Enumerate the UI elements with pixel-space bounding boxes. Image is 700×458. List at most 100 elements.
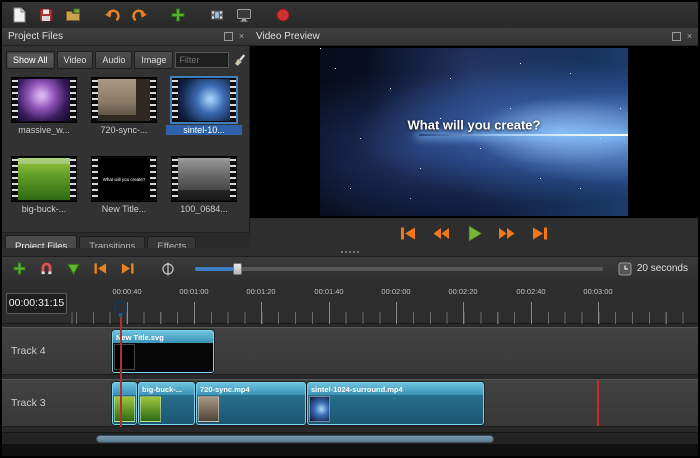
ruler-strip[interactable]: 00:00:40 00:01:00 00:01:20 00:01:40 00:0… [70, 280, 698, 324]
ruler-minor-ticks [70, 312, 698, 324]
fullscreen-icon[interactable] [232, 4, 256, 26]
rewind-icon[interactable] [430, 224, 452, 242]
clip-thumbnail [114, 344, 135, 370]
file-thumbnail [92, 78, 156, 122]
project-file-item[interactable]: 100_0684... [164, 153, 244, 225]
clip-body [139, 395, 194, 424]
toolbar-separator [88, 15, 97, 16]
zoom-scale-box[interactable]: 20 seconds [618, 262, 691, 276]
project-file-item-selected[interactable]: sintel-10... [164, 74, 244, 146]
track-name: Track 3 [11, 397, 46, 409]
project-files-grid: massive_w... 720-sync-... sintel-10... b… [4, 74, 248, 232]
toolbar-separator [259, 15, 268, 16]
timeline-toolbar: 20 seconds [2, 256, 698, 280]
timeline-ruler[interactable]: 00:00:31:15 00:00:40 00:01:00 00:01:20 0… [2, 280, 698, 324]
ruler-tick [531, 302, 532, 324]
choose-profile-icon[interactable] [205, 4, 229, 26]
jump-to-end-icon[interactable] [529, 224, 551, 242]
ruler-tick [127, 302, 128, 324]
clip-720-sync[interactable]: 720-sync.mp4 [196, 382, 306, 425]
timeline-tracks-area[interactable]: Track 4 New Title.svg Track 3 big-buck-.… [2, 324, 698, 432]
clip-new-title[interactable]: New Title.svg [112, 330, 214, 373]
close-panel-icon[interactable]: × [237, 32, 246, 41]
clip-thumbnail [140, 396, 161, 422]
play-icon[interactable] [463, 224, 485, 242]
export-video-icon[interactable] [271, 4, 295, 26]
file-label: sintel-10... [166, 125, 242, 135]
toolbar-separator [154, 15, 163, 16]
new-project-icon[interactable] [7, 4, 31, 26]
center-playhead-icon[interactable] [158, 260, 178, 278]
close-panel-icon[interactable]: × [685, 32, 694, 41]
next-marker-icon[interactable] [117, 260, 137, 278]
undock-panel-icon[interactable] [224, 32, 233, 41]
clip-thumbnail [114, 396, 135, 422]
ruler-tick [261, 302, 262, 324]
file-thumbnail [12, 157, 76, 201]
video-preview-header: Video Preview × [250, 28, 698, 46]
window-bottom-edge [2, 444, 698, 456]
file-thumbnail [172, 157, 236, 201]
splitter-handle[interactable] [2, 248, 698, 256]
open-project-icon[interactable] [61, 4, 85, 26]
toolbar-separator [193, 15, 202, 16]
filter-show-all-button[interactable]: Show All [6, 51, 55, 69]
clip-thumbnail [309, 396, 330, 422]
wall-thumb [98, 79, 150, 121]
clip-label: sintel-1024-surround.mp4 [308, 383, 483, 395]
project-file-item[interactable]: What will you create? New Title... [84, 153, 164, 225]
add-track-icon[interactable] [9, 260, 29, 278]
undock-panel-icon[interactable] [672, 32, 681, 41]
ruler-mark: 00:02:40 [516, 287, 545, 296]
snapping-icon[interactable] [36, 260, 56, 278]
light-streak [419, 134, 628, 136]
current-time-display: 00:00:31:15 [6, 293, 67, 314]
ruler-tick [396, 302, 397, 324]
filter-audio-button[interactable]: Audio [95, 51, 132, 69]
track-name: Track 4 [11, 345, 46, 357]
project-file-item[interactable]: massive_w... [4, 74, 84, 146]
ruler-mark: 00:01:20 [246, 287, 275, 296]
track-3-row[interactable]: Track 3 big-buck-... 720-sync.mp4 sintel… [2, 379, 698, 427]
add-marker-icon[interactable] [63, 260, 83, 278]
import-files-icon[interactable] [166, 4, 190, 26]
redo-icon[interactable] [127, 4, 151, 26]
app-window: Project Files × Show All Video Audio Ima… [2, 2, 698, 456]
clip-label: New Title.svg [113, 331, 213, 343]
clip-sintel[interactable]: sintel-1024-surround.mp4 [307, 382, 484, 425]
clip-big-buck[interactable]: big-buck-... [138, 382, 195, 425]
project-file-item[interactable]: 720-sync-... [84, 74, 164, 146]
filter-input[interactable] [175, 52, 229, 68]
clock-icon [618, 262, 632, 276]
clip-small[interactable] [112, 382, 137, 425]
ruler-mark: 00:00:40 [112, 287, 141, 296]
disco-ball-thumb [18, 79, 70, 121]
previous-marker-icon[interactable] [90, 260, 110, 278]
clip-label [113, 383, 136, 395]
clip-label: big-buck-... [139, 383, 194, 395]
video-frame[interactable]: What will you create? [320, 48, 628, 216]
zoom-slider-handle[interactable] [233, 263, 242, 275]
title-thumb-text: What will you create? [103, 177, 146, 182]
save-project-icon[interactable] [34, 4, 58, 26]
main-toolbar [2, 2, 698, 28]
playhead-line [120, 317, 122, 427]
timeline-scrollbar-thumb[interactable] [96, 435, 494, 443]
file-label: 100_0684... [166, 204, 242, 214]
zoom-slider-fill [195, 267, 237, 271]
timeline-scrollbar[interactable] [2, 432, 698, 444]
file-label: 720-sync-... [86, 125, 162, 135]
transport-controls [250, 218, 698, 248]
zoom-slider[interactable] [195, 267, 603, 271]
jump-to-start-icon[interactable] [397, 224, 419, 242]
fast-forward-icon[interactable] [496, 224, 518, 242]
filter-video-button[interactable]: Video [57, 51, 94, 69]
video-preview-title: Video Preview [256, 31, 320, 42]
undo-icon[interactable] [100, 4, 124, 26]
project-file-item[interactable]: big-buck-... [4, 153, 84, 225]
title-thumb: What will you create? [98, 158, 150, 200]
file-thumbnail [12, 78, 76, 122]
clear-filter-brush-icon[interactable] [231, 51, 249, 69]
track-4-row[interactable]: Track 4 New Title.svg [2, 327, 698, 375]
filter-image-button[interactable]: Image [134, 51, 173, 69]
